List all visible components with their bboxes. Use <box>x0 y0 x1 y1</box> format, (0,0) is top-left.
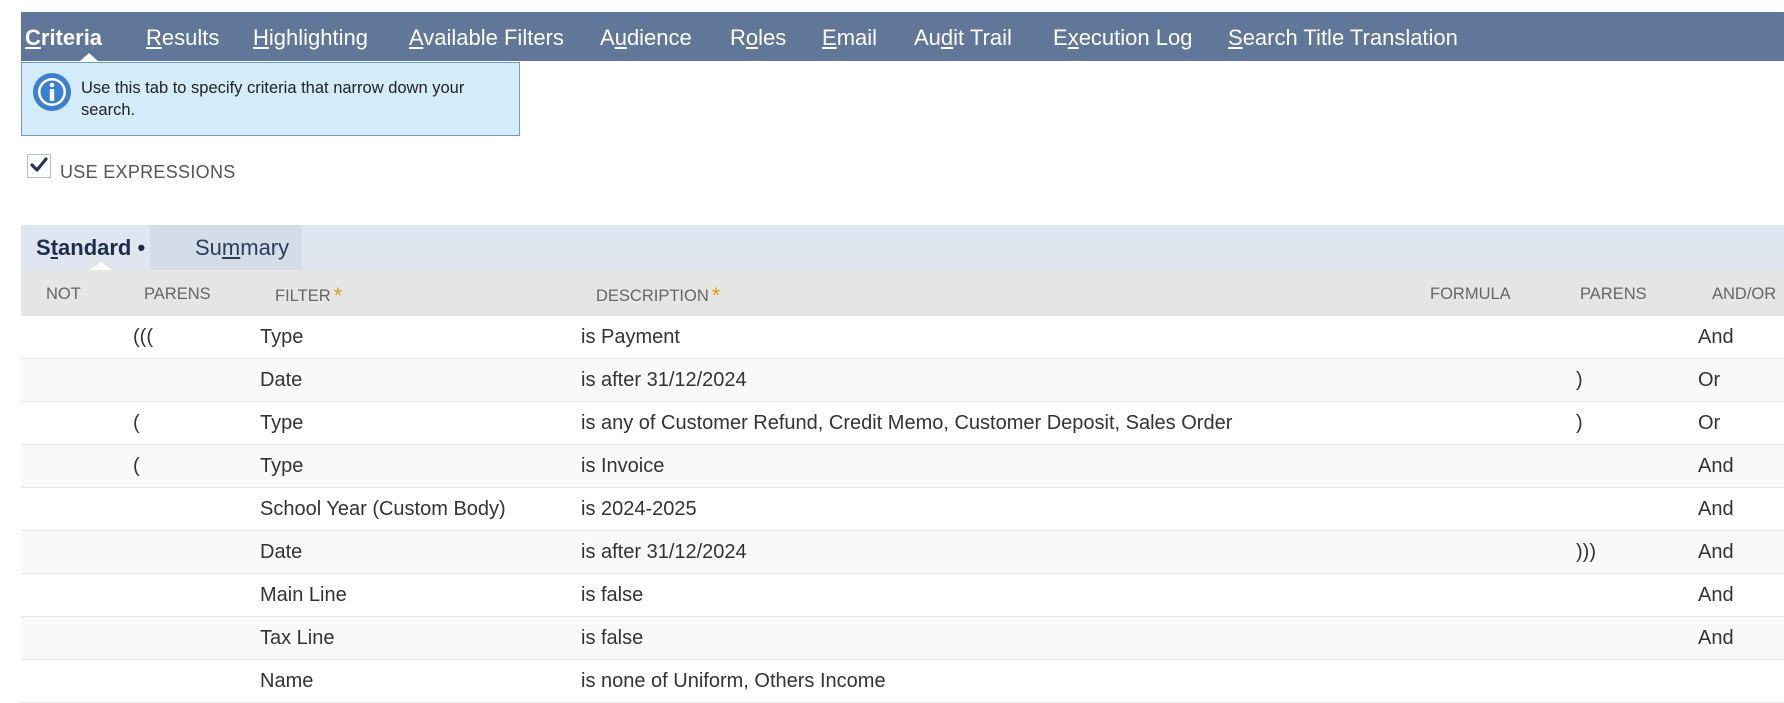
checkmark-icon <box>30 157 48 172</box>
cell-filter: School Year (Custom Body) <box>260 498 506 520</box>
cell-and-or: And <box>1698 498 1734 520</box>
table-row[interactable]: ( Type is Invoice And <box>21 445 1784 488</box>
cell-filter: Type <box>260 412 304 434</box>
cell-description: is after 31/12/2024 <box>581 369 747 391</box>
cell-filter: Type <box>260 455 304 477</box>
cell-filter: Type <box>260 326 304 348</box>
cell-description: is false <box>581 584 644 606</box>
criteria-table-body: ((( Type is Payment And Date is after 31… <box>21 316 1784 703</box>
cell-description: is any of Customer Refund, Credit Memo, … <box>581 412 1233 434</box>
cell-parens-close: ) <box>1576 369 1583 391</box>
cell-and-or: And <box>1698 455 1734 477</box>
tab-highlighting[interactable]: Highlighting <box>253 12 368 61</box>
column-header-parens: PARENS <box>144 285 211 303</box>
table-row[interactable]: School Year (Custom Body) is 2024-2025 A… <box>21 488 1784 531</box>
use-expressions-checkbox[interactable] <box>27 154 51 178</box>
cell-parens: ( <box>133 412 140 434</box>
main-tab-bar: Criteria Results Highlighting Available … <box>21 12 1784 61</box>
cell-filter: Date <box>260 541 303 563</box>
table-row[interactable]: Date is after 31/12/2024 ) Or <box>21 359 1784 402</box>
info-message-box: Use this tab to specify criteria that na… <box>21 62 520 136</box>
tab-email[interactable]: Email <box>822 12 877 61</box>
tab-results[interactable]: Results <box>146 12 219 61</box>
required-star: * <box>333 283 343 308</box>
cell-filter: Tax Line <box>260 627 335 649</box>
tab-criteria[interactable]: Criteria <box>25 12 102 61</box>
cell-parens-close: ))) <box>1576 541 1596 563</box>
tab-available-filters[interactable]: Available Filters <box>409 12 564 61</box>
table-row[interactable]: Date is after 31/12/2024 ))) And <box>21 531 1784 574</box>
cell-description: is Invoice <box>581 455 665 477</box>
info-message-text: Use this tab to specify criteria that na… <box>81 79 465 119</box>
tab-criteria-label: Criteria <box>25 25 103 50</box>
subtab-standard[interactable]: Standard • <box>21 225 150 270</box>
info-icon <box>33 73 71 111</box>
table-row[interactable]: Main Line is false And <box>21 574 1784 617</box>
cell-parens: ((( <box>133 326 153 348</box>
tab-execution-log[interactable]: Execution Log <box>1053 12 1192 61</box>
column-header-filter: FILTER * <box>275 283 343 308</box>
cell-and-or: And <box>1698 541 1734 563</box>
table-row[interactable]: ((( Type is Payment And <box>21 316 1784 359</box>
cell-description: is Payment <box>581 326 680 348</box>
column-header-and-or: AND/OR <box>1712 285 1777 303</box>
cell-parens: ( <box>133 455 140 477</box>
cell-description: is 2024-2025 <box>581 498 697 520</box>
cell-filter: Name <box>260 670 314 692</box>
cell-and-or: And <box>1698 627 1734 649</box>
cell-and-or: Or <box>1698 412 1721 434</box>
cell-description: is after 31/12/2024 <box>581 541 747 563</box>
active-subtab-caret <box>90 262 112 270</box>
cell-filter: Main Line <box>260 584 347 606</box>
tab-roles[interactable]: Roles <box>730 12 786 61</box>
required-star: * <box>711 283 721 308</box>
column-header-formula: FORMULA <box>1430 285 1511 303</box>
table-row[interactable]: ( Type is any of Customer Refund, Credit… <box>21 402 1784 445</box>
table-row[interactable]: Tax Line is false And <box>21 617 1784 660</box>
criteria-subtab-bar: Standard • Summary <box>21 225 1784 270</box>
cell-and-or: Or <box>1698 369 1721 391</box>
cell-and-or: And <box>1698 584 1734 606</box>
table-row[interactable]: Name is none of Uniform, Others Income <box>21 660 1784 703</box>
column-header-description: DESCRIPTION * <box>596 283 721 308</box>
cell-and-or: And <box>1698 326 1734 348</box>
criteria-table-header: NOT PARENS FILTER * DESCRIPTION * FORMULA … <box>21 270 1784 316</box>
column-header-not: NOT <box>46 285 81 303</box>
cell-parens-close: ) <box>1576 412 1583 434</box>
active-tab-caret <box>80 53 98 61</box>
cell-filter: Date <box>260 369 303 391</box>
subtab-summary[interactable]: Summary <box>150 225 302 270</box>
cell-description: is false <box>581 627 644 649</box>
cell-description: is none of Uniform, Others Income <box>581 670 886 692</box>
tab-audience[interactable]: Audience <box>600 12 692 61</box>
tab-audit-trail[interactable]: Audit Trail <box>914 12 1012 61</box>
use-expressions-label: USE EXPRESSIONS <box>60 162 236 182</box>
tab-search-title-translation[interactable]: Search Title Translation <box>1228 12 1458 61</box>
column-header-parens-close: PARENS <box>1580 285 1647 303</box>
